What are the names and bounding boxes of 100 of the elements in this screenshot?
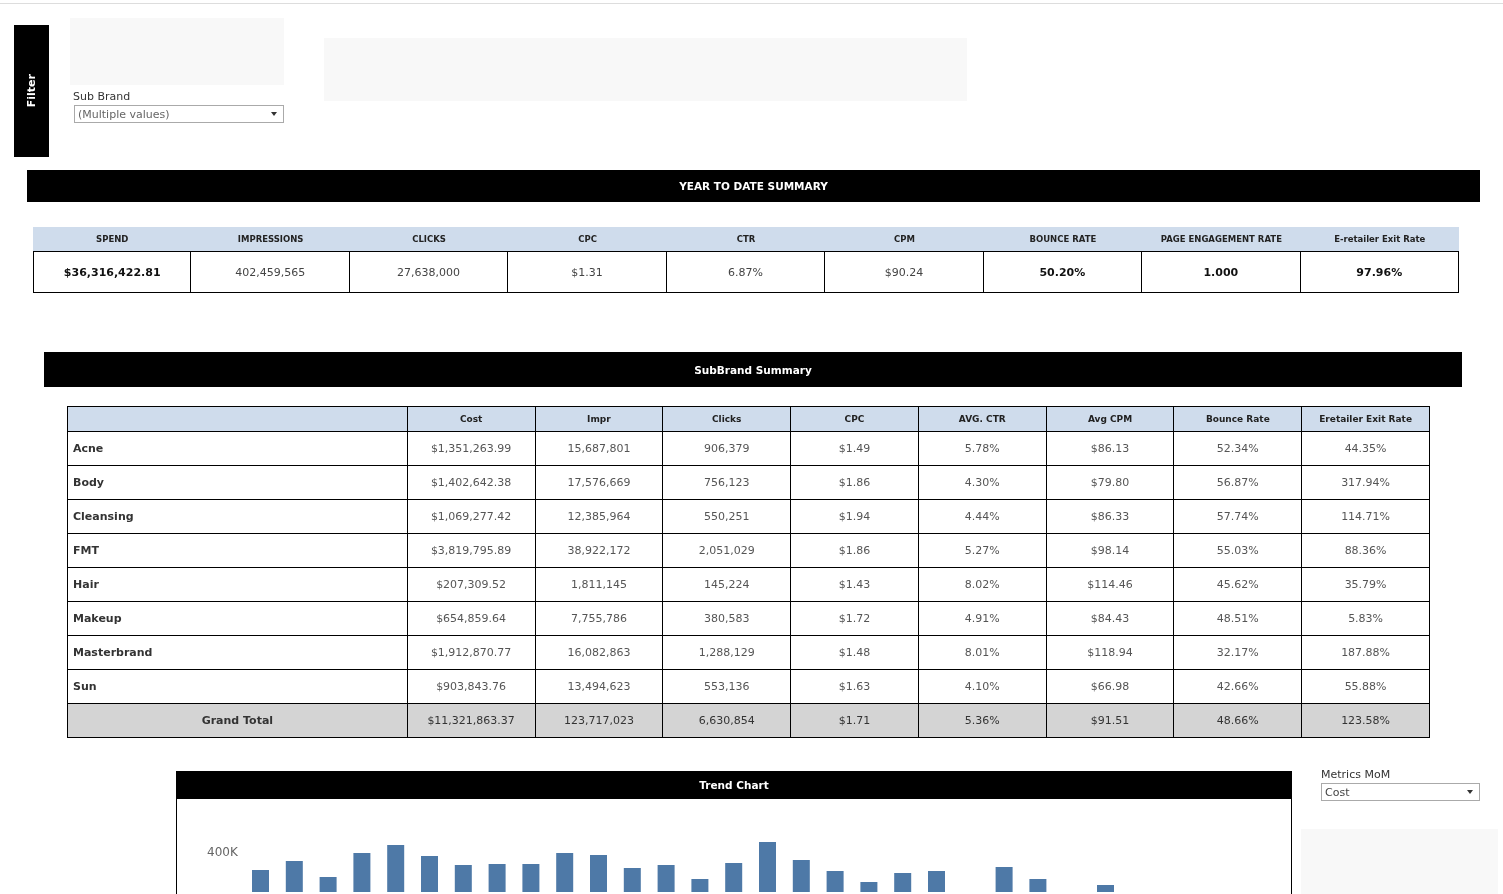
- chart-bar: [657, 865, 675, 892]
- table-cell: 553,136: [662, 669, 791, 704]
- column-header: AVG. CTR: [918, 406, 1047, 432]
- table-cell: $1.63: [790, 669, 919, 704]
- table-cell: 550,251: [662, 499, 791, 534]
- table-cell: 88.36%: [1301, 533, 1430, 568]
- table-cell: $1.86: [790, 465, 919, 500]
- metric-value: 50.20%: [983, 251, 1143, 293]
- table-cell: 317.94%: [1301, 465, 1430, 500]
- chart-bar: [319, 877, 337, 892]
- row-label: Hair: [67, 567, 408, 602]
- chart-bar: [454, 865, 472, 892]
- table-cell: 1,288,129: [662, 635, 791, 670]
- table-cell: $86.13: [1046, 431, 1174, 466]
- metrics-dropdown[interactable]: Cost: [1321, 783, 1480, 801]
- table-cell: 906,379: [662, 431, 791, 466]
- table-cell: $3,819,795.89: [407, 533, 535, 568]
- section-title-bar: YEAR TO DATE SUMMARY: [27, 170, 1480, 202]
- total-cell: 123,717,023: [535, 703, 663, 738]
- column-header: CPC: [790, 406, 919, 432]
- section-title-bar: SubBrand Summary: [44, 352, 1462, 387]
- column-header: PAGE ENGAGEMENT RATE: [1142, 227, 1301, 251]
- chart-bar: [1029, 879, 1047, 892]
- column-header: CLICKS: [349, 227, 509, 251]
- metric-value: $36,316,422.81: [33, 251, 192, 293]
- chart-title-bar: Trend Chart: [176, 771, 1292, 799]
- table-cell: $1,351,263.99: [407, 431, 535, 466]
- row-label: Cleansing: [67, 499, 408, 534]
- table-cell: 55.03%: [1173, 533, 1302, 568]
- chart-bar: [826, 871, 844, 892]
- table-cell: $1.48: [790, 635, 919, 670]
- row-label: FMT: [67, 533, 408, 568]
- row-label: Masterbrand: [67, 635, 408, 670]
- metric-value: 27,638,000: [349, 251, 509, 293]
- chart-bar: [894, 873, 912, 892]
- chart-bar: [421, 856, 438, 892]
- table-cell: 17,576,669: [535, 465, 663, 500]
- table-cell: 13,494,623: [535, 669, 663, 704]
- table-cell: $1,912,870.77: [407, 635, 535, 670]
- column-header: CTR: [666, 227, 826, 251]
- column-header: Avg CPM: [1046, 406, 1174, 432]
- table-cell: $1.49: [790, 431, 919, 466]
- table-cell: 4.30%: [918, 465, 1047, 500]
- row-label: Acne: [67, 431, 408, 466]
- table-cell: 4.91%: [918, 601, 1047, 636]
- chart-bar: [792, 860, 810, 892]
- column-header: BOUNCE RATE: [983, 227, 1143, 251]
- total-cell: $1.71: [790, 703, 919, 738]
- table-cell: $1,402,642.38: [407, 465, 535, 500]
- column-header: SPEND: [33, 227, 192, 251]
- table-cell: 12,385,964: [535, 499, 663, 534]
- chart-bar: [623, 868, 641, 892]
- column-header: E-retailer Exit Rate: [1300, 227, 1459, 251]
- table-cell: 48.51%: [1173, 601, 1302, 636]
- caret-icon: [1467, 790, 1473, 794]
- metric-value: $90.24: [825, 251, 984, 293]
- chart-bar: [590, 855, 607, 892]
- column-header: Eretailer Exit Rate: [1301, 406, 1430, 432]
- table-cell: 145,224: [662, 567, 791, 602]
- sub-brand-dropdown[interactable]: (Multiple values): [74, 105, 284, 123]
- table-cell: 114.71%: [1301, 499, 1430, 534]
- metric-value: 402,459,565: [191, 251, 350, 293]
- chart-bar: [285, 861, 303, 892]
- filter-panel-tab[interactable]: Filter: [14, 25, 49, 157]
- table-cell: $1.86: [790, 533, 919, 568]
- chart-bar: [522, 864, 540, 892]
- chart-bar: [759, 842, 776, 892]
- metric-value: 97.96%: [1300, 251, 1459, 293]
- metric-value: 1.000: [1142, 251, 1301, 293]
- table-cell: 57.74%: [1173, 499, 1302, 534]
- total-cell: 5.36%: [918, 703, 1047, 738]
- table-cell: 4.44%: [918, 499, 1047, 534]
- chart-bar: [488, 864, 506, 892]
- caret-icon: [271, 112, 277, 116]
- table-cell: 380,583: [662, 601, 791, 636]
- column-header: Cost: [407, 406, 535, 432]
- filter-label: Metrics MoM: [1321, 768, 1391, 781]
- table-cell: 7,755,786: [535, 601, 663, 636]
- table-cell: 35.79%: [1301, 567, 1430, 602]
- table-cell: 187.88%: [1301, 635, 1430, 670]
- table-cell: 8.02%: [918, 567, 1047, 602]
- table-cell: 38,922,172: [535, 533, 663, 568]
- table-cell: 4.10%: [918, 669, 1047, 704]
- column-header: CPM: [825, 227, 984, 251]
- table-cell: $654,859.64: [407, 601, 535, 636]
- column-header: Impr: [535, 406, 663, 432]
- chart-bar: [725, 863, 743, 892]
- total-cell: 123.58%: [1301, 703, 1430, 738]
- table-cell: $84.43: [1046, 601, 1174, 636]
- table-cell: 5.83%: [1301, 601, 1430, 636]
- table-cell: 5.78%: [918, 431, 1047, 466]
- total-cell: $11,321,863.37: [407, 703, 535, 738]
- chart-bar: [556, 853, 574, 892]
- table-cell: 5.27%: [918, 533, 1047, 568]
- table-cell: 44.35%: [1301, 431, 1430, 466]
- table-cell: $1.72: [790, 601, 919, 636]
- filter-label: Sub Brand: [73, 90, 131, 103]
- table-cell: $114.46: [1046, 567, 1174, 602]
- chart-bar: [1097, 885, 1114, 892]
- table-cell: $903,843.76: [407, 669, 535, 704]
